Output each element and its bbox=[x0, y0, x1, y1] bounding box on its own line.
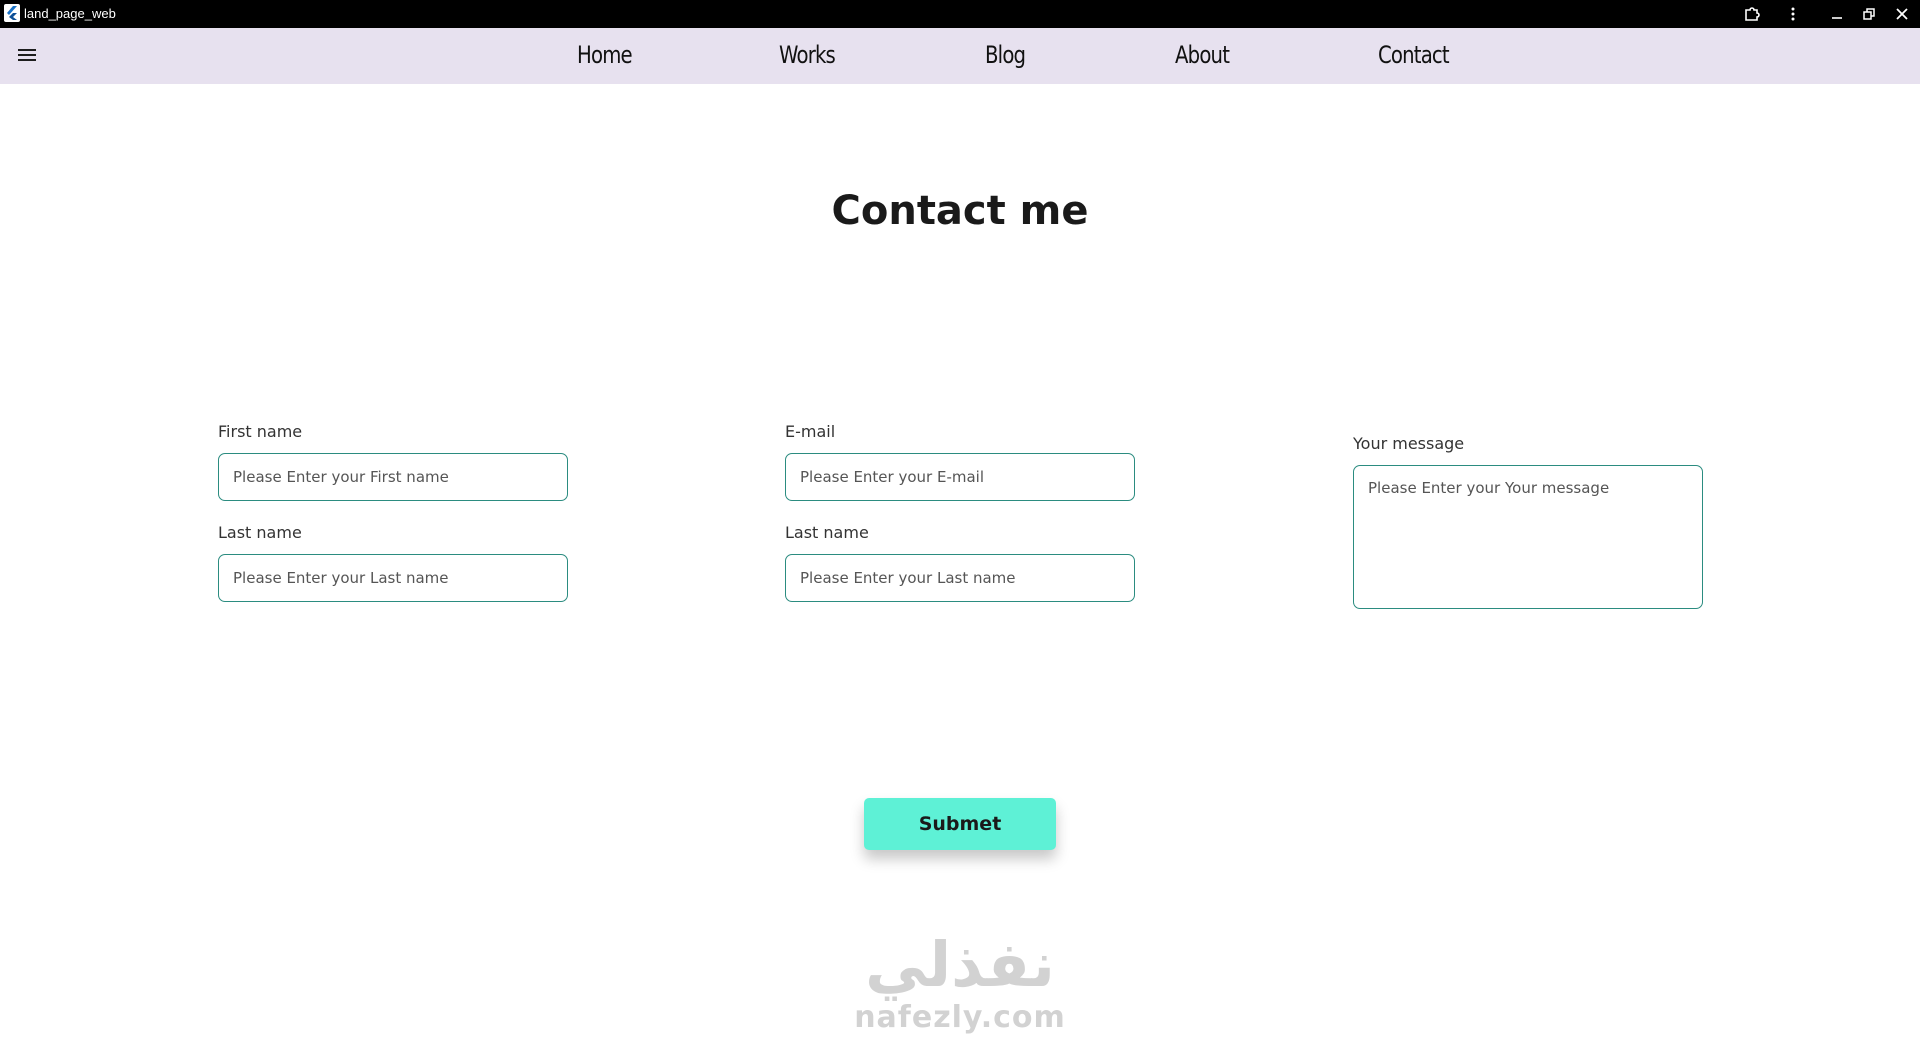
more-vertical-icon[interactable] bbox=[1782, 4, 1804, 24]
watermark-latin: nafezly.com bbox=[854, 1000, 1066, 1035]
message-textarea[interactable] bbox=[1353, 465, 1703, 609]
watermark-logo: نفذلي nafezly.com bbox=[850, 930, 1070, 1036]
first-name-label: First name bbox=[218, 422, 303, 441]
last-name-label: Last name bbox=[218, 523, 302, 542]
flutter-logo-icon bbox=[4, 4, 20, 22]
restore-icon[interactable] bbox=[1858, 4, 1880, 24]
nav-item-home[interactable]: Home bbox=[577, 41, 633, 69]
hamburger-menu-icon[interactable] bbox=[16, 46, 38, 66]
window-titlebar: land_page_web bbox=[0, 0, 1920, 28]
puzzle-icon[interactable] bbox=[1741, 4, 1763, 24]
message-label: Your message bbox=[1353, 434, 1465, 453]
last-name-input[interactable] bbox=[218, 554, 568, 602]
minimize-icon[interactable] bbox=[1826, 4, 1848, 24]
last-name-input-2[interactable] bbox=[785, 554, 1135, 602]
close-icon[interactable] bbox=[1891, 4, 1913, 24]
first-name-input[interactable] bbox=[218, 453, 568, 501]
page-title: Contact me bbox=[831, 188, 1089, 234]
watermark-arabic: نفذلي bbox=[865, 928, 1055, 1001]
top-navbar: Home Works Blog About Contact bbox=[0, 28, 1920, 84]
window-title: land_page_web bbox=[24, 6, 116, 21]
nav-item-contact[interactable]: Contact bbox=[1378, 41, 1450, 69]
email-input[interactable] bbox=[785, 453, 1135, 501]
submit-button[interactable]: Submet bbox=[864, 798, 1056, 850]
last-name-label-2: Last name bbox=[785, 523, 869, 542]
nav-item-about[interactable]: About bbox=[1175, 41, 1230, 69]
nav-item-works[interactable]: Works bbox=[779, 41, 836, 69]
nav-item-blog[interactable]: Blog bbox=[985, 41, 1026, 69]
email-label: E-mail bbox=[785, 422, 836, 441]
